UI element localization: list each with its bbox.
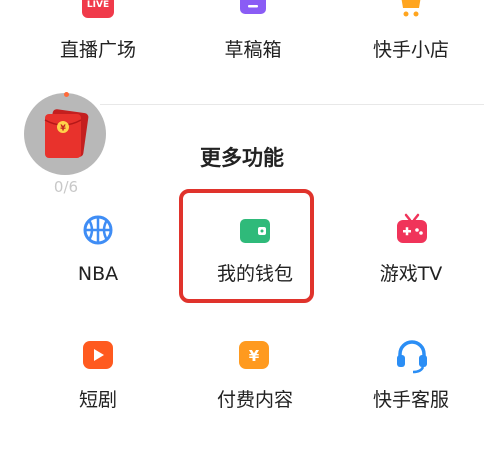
svg-text:¥: ¥ <box>249 347 260 365</box>
nba-label[interactable]: NBA <box>28 262 168 286</box>
live-badge-text: LIVE <box>87 0 109 10</box>
kuaishou-shop-label[interactable]: 快手小店 <box>341 38 481 62</box>
yuan-icon[interactable]: ¥ <box>238 340 270 370</box>
customer-service-label[interactable]: 快手客服 <box>341 388 481 412</box>
drafts-label[interactable]: 草稿箱 <box>183 38 323 62</box>
live-square-label[interactable]: 直播广场 <box>28 38 168 62</box>
svg-text:¥: ¥ <box>60 124 66 133</box>
short-drama-label[interactable]: 短剧 <box>28 388 168 412</box>
floating-widget-counter: 0/6 <box>53 178 79 196</box>
drafts-icon[interactable] <box>240 0 266 16</box>
headset-icon[interactable] <box>395 338 429 374</box>
game-tv-icon[interactable] <box>395 212 429 246</box>
more-features-title: 更多功能 <box>200 146 284 170</box>
red-envelope-icon[interactable]: ¥ <box>40 108 92 160</box>
shop-cart-icon[interactable] <box>398 0 424 20</box>
wallet-highlight-box <box>179 189 314 303</box>
floating-widget-dot <box>64 92 69 97</box>
basketball-icon[interactable] <box>82 214 114 246</box>
game-tv-label[interactable]: 游戏TV <box>341 262 481 286</box>
live-icon[interactable]: LIVE <box>82 0 114 20</box>
play-icon[interactable] <box>82 340 114 370</box>
paid-content-label[interactable]: 付费内容 <box>185 388 325 412</box>
section-divider <box>100 104 484 105</box>
